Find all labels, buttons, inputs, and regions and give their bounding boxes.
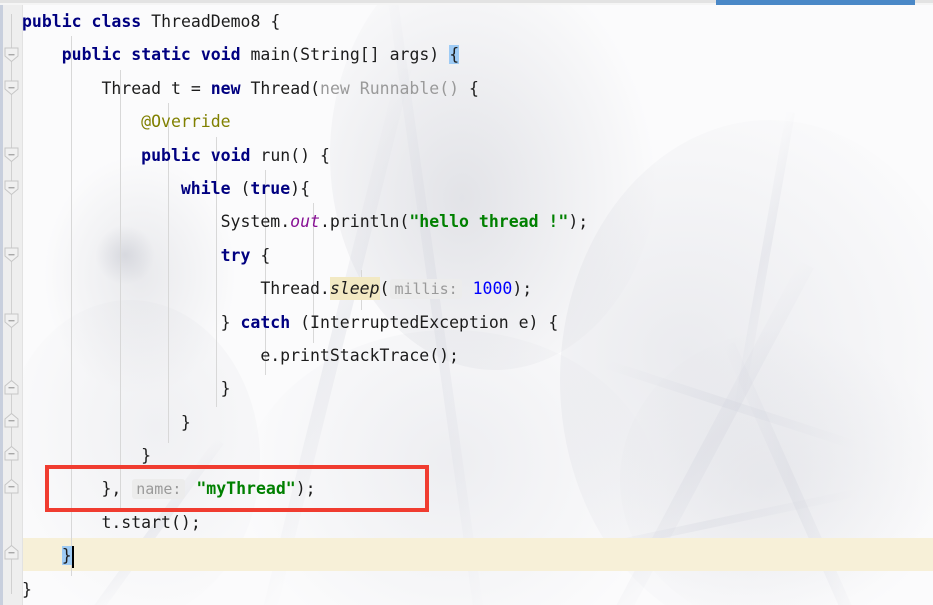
code-token: { (459, 78, 479, 98)
keyword-token: true (250, 179, 291, 198)
code-token: Thread. (260, 278, 330, 298)
keyword-token: static (131, 45, 191, 65)
code-editor[interactable]: public class ThreadDemo8 {public static … (0, 0, 933, 605)
code-line[interactable]: while (true){ (22, 172, 933, 205)
code-line[interactable]: } catch (InterruptedException e) { (22, 306, 933, 339)
dimmed-token: new (320, 78, 350, 98)
keyword-token: while (180, 179, 231, 198)
code-line[interactable]: }, name: "myThread"); (22, 473, 933, 506)
code-token: }, (101, 479, 132, 499)
tab-strip-inactive-right (915, 0, 933, 3)
code-line[interactable]: } (22, 573, 933, 605)
code-token: ); (512, 278, 533, 298)
code-token: t.start(); (101, 513, 201, 532)
code-line[interactable]: try { (22, 239, 933, 272)
keyword-token: public (22, 12, 82, 31)
code-token: .println( (319, 212, 410, 232)
code-token: (InterruptedException e) { (290, 312, 559, 332)
code-token: ); (568, 212, 589, 232)
code-line[interactable]: public static void main(String[] args) { (22, 38, 933, 71)
code-line[interactable]: t.start(); (22, 506, 933, 539)
annotation-token: @Override (141, 112, 231, 132)
code-line[interactable]: public void run() { (22, 139, 933, 172)
code-token: ( (379, 278, 390, 298)
keyword-token: try (220, 245, 251, 265)
code-token: } (180, 412, 191, 432)
keyword-token: public (61, 45, 122, 65)
top-indicator-bar (0, 0, 933, 5)
keyword-token: void (210, 145, 251, 165)
matched-brace: { (449, 45, 460, 65)
code-line[interactable]: } (22, 539, 933, 572)
tab-strip-inactive-left (0, 0, 716, 3)
keyword-token: catch (240, 312, 291, 332)
code-token: } (220, 312, 241, 332)
code-line[interactable]: System.out.println("hello thread !"); (22, 205, 933, 238)
keyword-token: class (91, 12, 142, 31)
identifier-highlight: sleep (329, 276, 380, 300)
code-token: Thread( (240, 78, 321, 98)
code-token: Thread t = (101, 78, 211, 98)
static-field-token: out (290, 212, 320, 232)
active-tab-indicator[interactable] (716, 0, 915, 5)
code-line[interactable]: } (22, 372, 933, 405)
dimmed-token: Runnable() (349, 78, 460, 98)
code-token: ( (230, 179, 251, 198)
code-token: { (250, 245, 271, 265)
code-line[interactable]: @Override (22, 105, 933, 138)
code-token: ); (295, 479, 316, 499)
keyword-token: public (141, 145, 201, 165)
code-line[interactable]: public class ThreadDemo8 { (22, 5, 933, 38)
code-line[interactable]: } (22, 406, 933, 439)
code-token: } (22, 579, 32, 599)
parameter-name-hint: millis: (390, 278, 462, 299)
code-token: } (141, 446, 152, 466)
code-token: ThreadDemo8 { (141, 12, 281, 31)
code-line[interactable]: Thread t = new Thread(new Runnable() { (22, 72, 933, 105)
code-token: System. (220, 212, 291, 232)
keyword-token: void (200, 45, 241, 65)
code-token: run() { (250, 145, 330, 165)
code-text-area[interactable]: public class ThreadDemo8 {public static … (0, 0, 933, 605)
matched-brace: } (61, 546, 72, 566)
code-line[interactable]: e.printStackTrace(); (22, 339, 933, 372)
keyword-token: new (210, 78, 241, 98)
string-literal: "myThread" (196, 479, 296, 499)
code-token: main(String[] args) (240, 45, 450, 65)
code-line[interactable]: Thread.sleep(millis: 1000); (22, 272, 933, 305)
code-token: e.printStackTrace(); (260, 346, 459, 365)
parameter-name-hint: name: (132, 479, 186, 500)
code-line[interactable]: } (22, 439, 933, 472)
code-token: ){ (290, 179, 311, 198)
string-literal: "hello thread !" (409, 212, 569, 232)
text-caret (71, 545, 74, 568)
number-literal: 1000 (472, 278, 513, 298)
code-token: } (220, 379, 231, 399)
